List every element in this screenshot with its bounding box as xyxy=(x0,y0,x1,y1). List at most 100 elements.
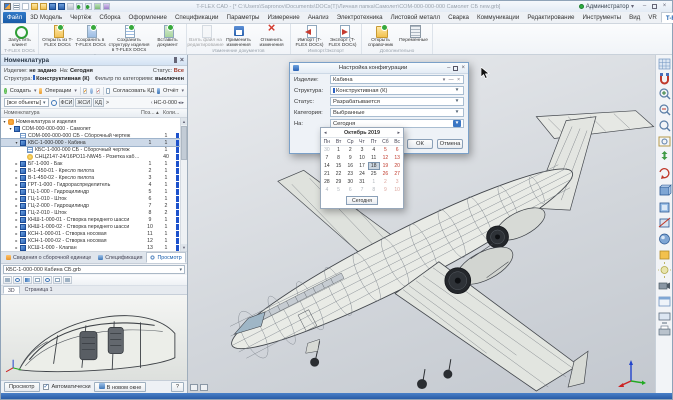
ribbon-tab[interactable]: VR xyxy=(644,12,661,23)
ribbon-tab[interactable]: Спецификации xyxy=(171,12,223,23)
zoom-all-icon[interactable] xyxy=(659,137,670,146)
table-row[interactable]: ▸ КСН-1-000-02 - Створка носовая 12 1 xyxy=(1,237,187,244)
expand-caret[interactable]: ▸ xyxy=(14,217,19,222)
save-to-docs-button[interactable]: Сохранить в T-FLEX DOCs xyxy=(74,25,107,48)
expand-caret[interactable]: ▸ xyxy=(14,238,19,243)
table-row[interactable]: ▸ ГЦ-1-000 - Гидроцилиндр 5 1 xyxy=(1,188,187,195)
zoom-in-icon[interactable] xyxy=(660,89,670,99)
maximize-button[interactable] xyxy=(650,3,659,11)
run-client-button[interactable]: Запустить клиент xyxy=(3,25,36,48)
new-window-button[interactable]: В новом окне xyxy=(94,382,147,392)
quick-access-icon[interactable] xyxy=(103,3,110,10)
section-view-icon[interactable] xyxy=(659,218,670,227)
calendar-month-label[interactable]: Октябрь 2019 xyxy=(327,130,398,136)
prev-page-icon[interactable] xyxy=(53,276,62,284)
column-nomenclature[interactable]: Номенклатура xyxy=(4,110,141,116)
iso-view-cube-icon[interactable] xyxy=(660,185,671,195)
calendar-day[interactable]: 31 xyxy=(356,178,368,186)
calendar-day[interactable]: 1 xyxy=(333,146,345,154)
zoom-window-icon[interactable] xyxy=(660,121,670,131)
calendar-day[interactable]: 18 xyxy=(368,162,380,170)
pan-icon[interactable] xyxy=(661,151,667,160)
table-row[interactable]: ▸ КНШ-1-000-02 - Створка переднего шасси… xyxy=(1,223,187,230)
chevron-left-icon[interactable]: ‹ xyxy=(151,100,153,106)
calendar-day[interactable]: 5 xyxy=(333,186,345,194)
chevron-down-icon[interactable]: ▾ xyxy=(453,120,461,127)
table-row[interactable]: КБС-1-000-000 СБ - Сборочный чертеж 1 xyxy=(1,146,187,153)
designation-code[interactable]: НС-0-000 xyxy=(154,100,177,106)
expand-caret[interactable]: ▸ xyxy=(14,203,19,208)
table-row[interactable]: ▸ В-1-450-01 - Кресло пилота 2 1 xyxy=(1,167,187,174)
user-menu[interactable]: Администратор ▾ xyxy=(579,3,634,10)
magnet-snap-icon[interactable] xyxy=(660,73,669,84)
search-icon[interactable] xyxy=(51,100,57,106)
auto-checkbox-label[interactable]: Автоматически xyxy=(52,384,91,390)
calendar-day[interactable]: 19 xyxy=(380,162,392,170)
table-row[interactable]: ▸ ГЦ-2-010 - Шток 8 2 xyxy=(1,209,187,216)
split-vertical-icon[interactable] xyxy=(200,384,208,391)
scroll-down-icon[interactable]: ▼ xyxy=(181,244,187,251)
calendar-day[interactable]: 9 xyxy=(344,154,356,162)
calendar-day[interactable]: 16 xyxy=(344,162,356,170)
save-structure-button[interactable]: Сохранить структуру изделия в T-FLEX DOC… xyxy=(107,25,151,54)
rotate-view-icon[interactable] xyxy=(660,169,669,179)
ribbon-tab[interactable]: T-FLEX DOCs xyxy=(661,12,673,23)
dialog-minimize-button[interactable]: – xyxy=(447,65,450,71)
open-from-docs-button[interactable]: Открыть из T-FLEX DOCs xyxy=(41,25,74,48)
preview-tab[interactable]: Страница 1 xyxy=(21,286,57,294)
calendar-day[interactable]: 10 xyxy=(391,186,403,194)
zoom-window-icon[interactable] xyxy=(43,276,52,284)
table-row[interactable]: ▸ ГЦ-1-010 - Шток 6 1 xyxy=(1,195,187,202)
pin-icon[interactable] xyxy=(174,57,177,63)
insert-document-button[interactable]: Вставить документ xyxy=(151,25,184,48)
ribbon-tab[interactable]: Сварка xyxy=(444,12,473,23)
table-row[interactable]: ▸ КСШ-2-000 - Клапан 14 1 xyxy=(1,251,187,252)
light-icon[interactable] xyxy=(658,262,671,278)
open-reference-button[interactable]: Открыть справочник xyxy=(364,25,397,48)
calendar-day[interactable]: 21 xyxy=(321,170,333,178)
panel-tab[interactable]: Сведения о сборочной единице xyxy=(3,252,94,263)
table-row[interactable]: ▸ БГ-1-000 - Бак 1 1 xyxy=(1,160,187,167)
quick-access-icon[interactable] xyxy=(31,3,38,10)
fit-page-icon[interactable] xyxy=(33,276,42,284)
quick-access-icon[interactable] xyxy=(13,3,20,10)
calendar-day[interactable]: 29 xyxy=(333,178,345,186)
calendar-day[interactable]: 7 xyxy=(356,186,368,194)
quick-access-icon[interactable] xyxy=(58,3,65,10)
monitor-icon[interactable] xyxy=(659,313,670,323)
dialog-title-bar[interactable]: Настройка конфигурации – × xyxy=(290,63,468,74)
next-month-button[interactable]: ▸ xyxy=(397,130,400,136)
delete-icon[interactable] xyxy=(96,88,100,94)
scroll-thumb[interactable] xyxy=(181,126,187,160)
edit-icon[interactable] xyxy=(83,88,87,94)
calendar-day[interactable]: 17 xyxy=(356,162,368,170)
calendar-day[interactable]: 12 xyxy=(380,154,392,162)
calendar-day[interactable]: 2 xyxy=(344,146,356,154)
calendar-day[interactable]: 30 xyxy=(321,146,333,154)
expand-caret[interactable]: ▸ xyxy=(14,161,19,166)
date-value[interactable]: Сегодня xyxy=(70,68,93,74)
object-filter-combo[interactable]: [все объекты]▾ xyxy=(4,98,49,107)
print-icon[interactable] xyxy=(3,276,12,284)
auto-checkbox[interactable] xyxy=(43,384,49,390)
preview-viewport[interactable] xyxy=(1,295,187,380)
calendar-day[interactable]: 9 xyxy=(380,186,392,194)
report-button[interactable]: Отчёт xyxy=(163,88,179,94)
ribbon-tab[interactable]: Оформление xyxy=(125,12,171,23)
calendar-day[interactable]: 14 xyxy=(321,162,333,170)
today-button[interactable]: Сегодня xyxy=(346,196,378,205)
ribbon-tab[interactable]: Вид xyxy=(625,12,644,23)
3d-viewport[interactable]: Настройка конфигурации – × Изделие: xyxy=(188,55,655,393)
calendar-day[interactable]: 1 xyxy=(368,178,380,186)
calendar-day[interactable]: 24 xyxy=(356,170,368,178)
minimize-button[interactable]: – xyxy=(640,3,649,11)
field-combo[interactable]: Конструктивная (К) ▾ xyxy=(330,86,464,95)
filter-toggle-button[interactable]: ФСИ xyxy=(59,98,75,107)
table-row[interactable]: ▾ СОМ-000-000-000 - Самолет xyxy=(1,125,187,132)
table-row[interactable]: ▸ КСШ-1-000 - Клапан 13 1 xyxy=(1,244,187,251)
quick-access-icon[interactable] xyxy=(67,3,74,10)
chevron-down-icon[interactable]: ▾ xyxy=(453,87,461,94)
calendar-day[interactable]: 3 xyxy=(356,146,368,154)
variables-button[interactable]: Переменные xyxy=(397,25,430,43)
panel-tab[interactable]: Просмотр xyxy=(146,252,185,263)
